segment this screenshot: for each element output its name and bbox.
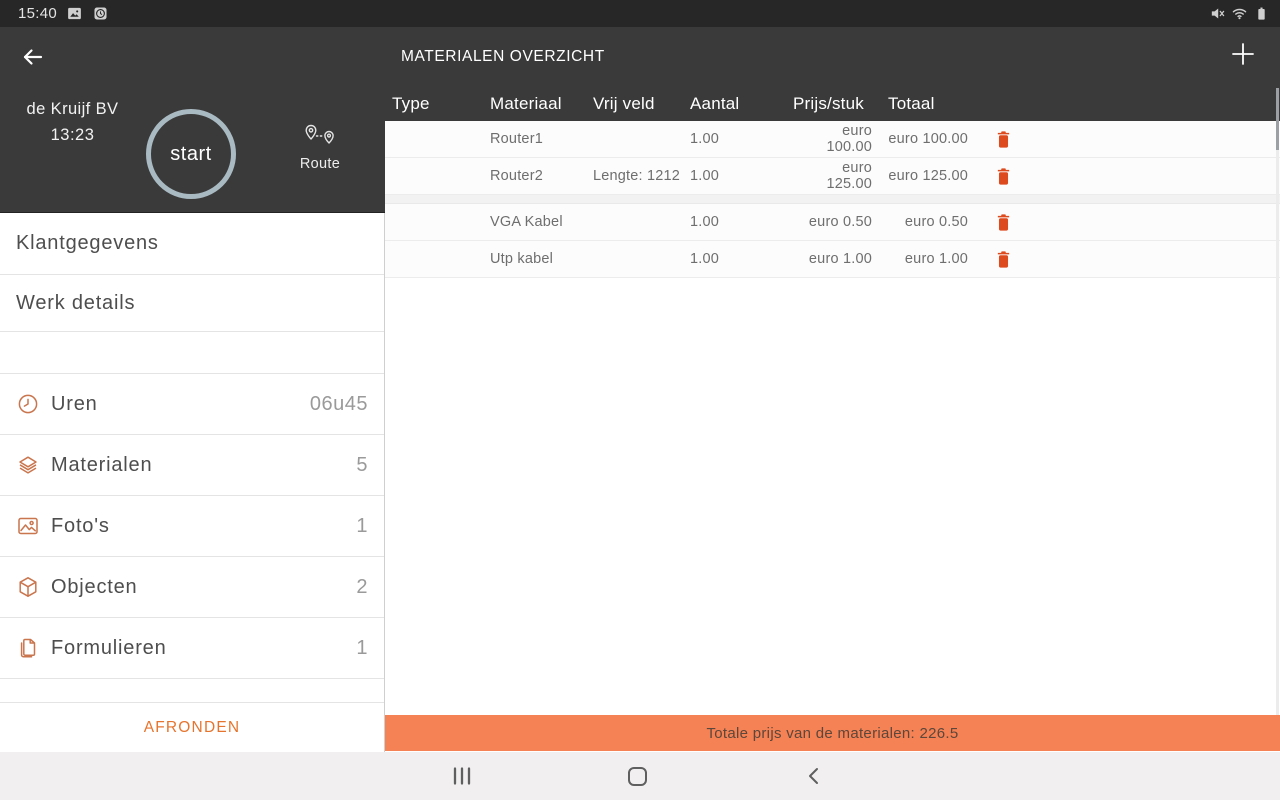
sidebar-spacer <box>0 679 384 703</box>
clock-icon <box>92 5 109 22</box>
sidebar-header: de Kruijf BV 13:23 start Route <box>0 27 385 213</box>
column-header-materiaal: Materiaal <box>490 94 562 113</box>
photo-icon <box>16 514 40 538</box>
recents-icon[interactable] <box>442 756 482 796</box>
cell-aantal: 1.00 <box>690 214 720 230</box>
sidebar-item-fotos[interactable]: Foto's 1 <box>0 496 384 557</box>
scrollbar-track <box>1276 150 1279 716</box>
trash-icon[interactable] <box>993 212 1013 233</box>
sidebar-item-count: 1 <box>356 514 368 537</box>
content-header: MATERIALEN OVERZICHT Type Materiaal Vrij… <box>385 27 1280 121</box>
cell-materiaal: VGA Kabel <box>490 214 563 230</box>
cell-totaal: euro 1.00 <box>904 251 968 267</box>
cell-prijs-stuk: euro 100.00 <box>826 123 872 155</box>
table-row[interactable]: Utp kabel 1.00 euro 1.00 euro 1.00 <box>385 241 1280 278</box>
cube-icon <box>16 575 40 599</box>
sidebar-item-materialen[interactable]: Materialen 5 <box>0 435 384 496</box>
cell-vrij-veld: Lengte: 1212 <box>593 168 681 184</box>
sidebar-item-count: 1 <box>356 636 368 659</box>
table-row[interactable]: VGA Kabel 1.00 euro 0.50 euro 0.50 <box>385 204 1280 241</box>
cell-aantal: 1.00 <box>690 251 720 267</box>
status-time: 15:40 <box>18 5 58 22</box>
home-icon[interactable] <box>617 756 657 796</box>
company-name: de Kruijf BV <box>26 100 119 118</box>
sidebar-item-uren[interactable]: Uren 06u45 <box>0 374 384 435</box>
route-label: Route <box>299 156 341 172</box>
table-row[interactable]: Router2 Lengte: 1212 1.00 euro 125.00 euro 1… <box>385 158 1280 195</box>
sidebar-item-label: Objecten <box>51 575 138 598</box>
route-pins-icon <box>298 124 342 154</box>
sidebar-item-label: Uren <box>51 392 98 415</box>
layers-icon <box>16 453 40 477</box>
total-price-bar: Totale prijs van de materialen: 226.5 <box>385 715 1280 751</box>
back-icon[interactable] <box>793 756 833 796</box>
materials-table: Router1 1.00 euro 100.00 euro 100.00 Router2… <box>385 121 1280 752</box>
trash-icon[interactable] <box>993 129 1013 150</box>
page-title: MATERIALEN OVERZICHT <box>401 48 605 65</box>
column-header-totaal: Totaal <box>888 94 935 113</box>
sidebar-item-label: Klantgegevens <box>16 232 159 254</box>
scrollbar-thumb[interactable] <box>1276 88 1279 150</box>
wifi-icon <box>1231 5 1248 22</box>
sidebar-counter-list: Uren 06u45 Materialen 5 Foto's 1 Objecten 2 Form… <box>0 374 384 679</box>
sidebar-item-formulieren[interactable]: Formulieren 1 <box>0 618 384 679</box>
afronden-button-label: AFRONDEN <box>143 718 241 736</box>
sidebar-spacer <box>0 332 384 374</box>
trash-icon[interactable] <box>993 166 1013 187</box>
afronden-button[interactable]: AFRONDEN <box>0 703 384 752</box>
document-icon <box>16 636 40 660</box>
cell-materiaal: Router1 <box>490 131 543 147</box>
row-group-gap <box>385 195 1280 204</box>
sidebar-item-count: 2 <box>356 575 368 598</box>
sidebar-item-count: 5 <box>356 453 368 476</box>
sidebar: Klantgegevens Werk details Uren 06u45 Mate… <box>0 213 385 752</box>
cell-totaal: euro 0.50 <box>904 214 968 230</box>
sidebar-item-objecten[interactable]: Objecten 2 <box>0 557 384 618</box>
cell-totaal: euro 100.00 <box>888 131 968 147</box>
cell-prijs-stuk: euro 1.00 <box>808 251 872 267</box>
image-icon <box>66 5 83 22</box>
cell-prijs-stuk: euro 125.00 <box>826 160 872 192</box>
plus-icon[interactable] <box>1228 39 1258 69</box>
cell-aantal: 1.00 <box>690 131 720 147</box>
column-header-type: Type <box>392 94 430 113</box>
sidebar-item-label: Foto's <box>51 514 110 537</box>
table-row[interactable]: Router1 1.00 euro 100.00 euro 100.00 <box>385 121 1280 158</box>
table-body: Router1 1.00 euro 100.00 euro 100.00 Router2… <box>385 121 1280 278</box>
cell-aantal: 1.00 <box>690 168 720 184</box>
total-price-text: Totale prijs van de materialen: 226.5 <box>706 724 959 742</box>
company-block: de Kruijf BV 13:23 <box>10 100 135 145</box>
work-time: 13:23 <box>50 126 95 144</box>
battery-icon <box>1253 5 1270 22</box>
start-button[interactable]: start <box>146 109 236 199</box>
trash-icon[interactable] <box>993 249 1013 270</box>
sidebar-item-werk-details[interactable]: Werk details <box>0 275 384 332</box>
status-system-icons <box>1209 0 1270 27</box>
sidebar-item-label: Formulieren <box>51 636 167 659</box>
app-screen: 15:40 de Kruijf BV 13:23 start Route Kla… <box>0 0 1280 800</box>
column-header-prijs-stuk: Prijs/stuk <box>793 94 864 113</box>
cell-materiaal: Router2 <box>490 168 543 184</box>
sidebar-item-label: Materialen <box>51 453 153 476</box>
mute-icon <box>1209 5 1226 22</box>
cell-materiaal: Utp kabel <box>490 251 554 267</box>
table-header-row: Type Materiaal Vrij veld Aantal Prijs/st… <box>385 87 1280 121</box>
clock-icon <box>16 392 40 416</box>
route-button[interactable]: Route <box>284 124 356 172</box>
cell-totaal: euro 125.00 <box>888 168 968 184</box>
cell-prijs-stuk: euro 0.50 <box>808 214 872 230</box>
status-bar: 15:40 <box>0 0 1280 27</box>
sidebar-item-klantgegevens[interactable]: Klantgegevens <box>0 213 384 275</box>
column-header-aantal: Aantal <box>690 94 740 113</box>
android-nav-bar <box>0 752 1280 800</box>
sidebar-item-count: 06u45 <box>309 392 368 415</box>
start-button-label: start <box>170 142 212 165</box>
column-header-vrij-veld: Vrij veld <box>593 94 655 113</box>
back-arrow-icon[interactable] <box>20 44 46 70</box>
sidebar-item-label: Werk details <box>16 291 136 314</box>
